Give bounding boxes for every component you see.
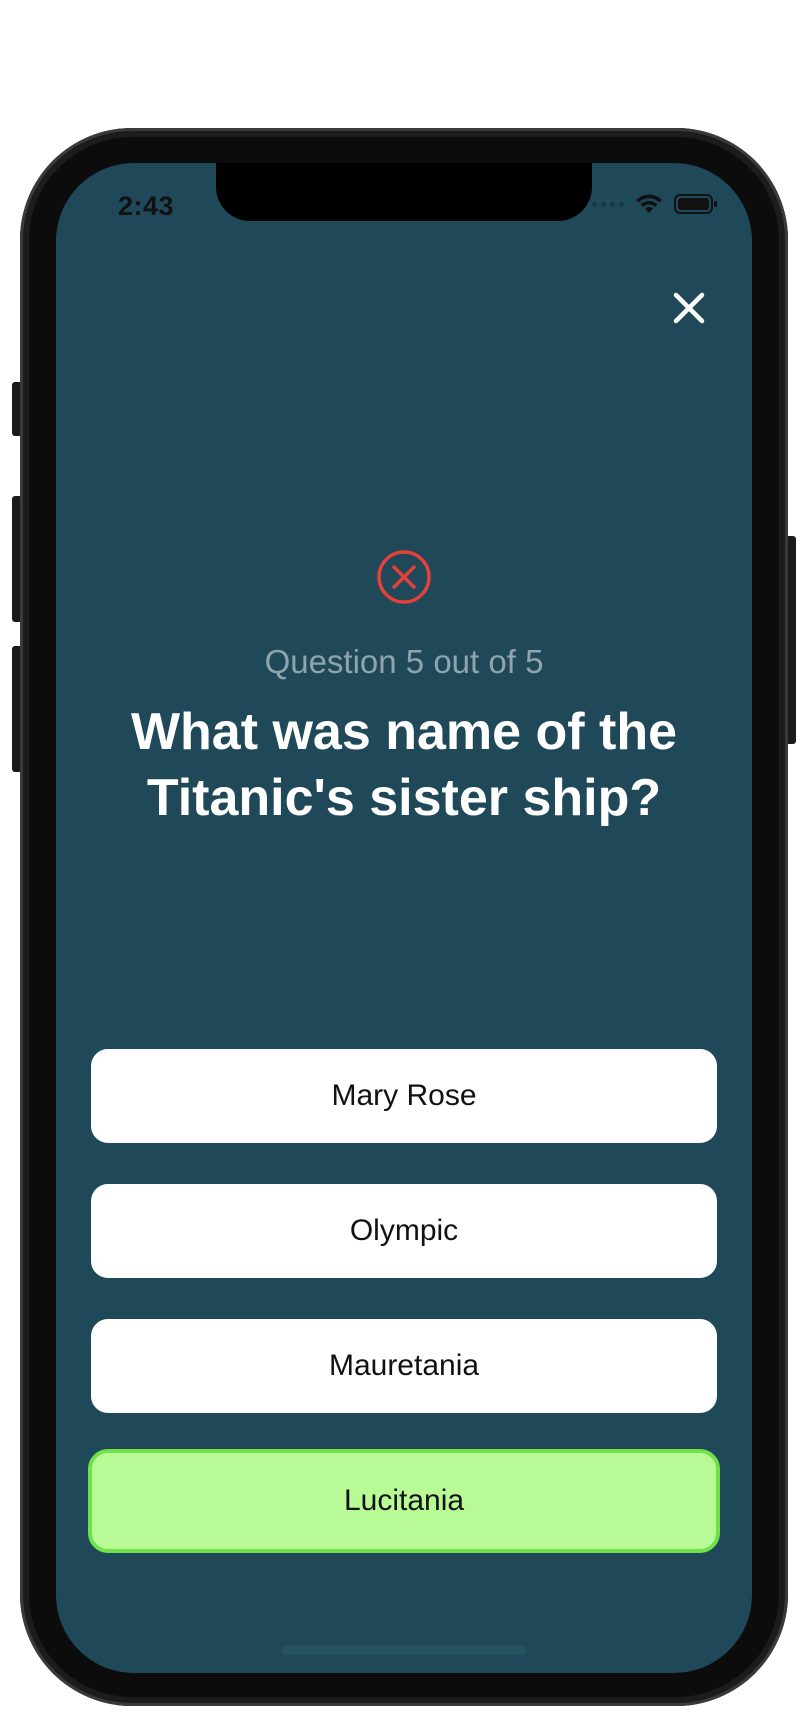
answer-option-correct[interactable]: Lucitania (88, 1449, 720, 1553)
answer-label: Mary Rose (331, 1079, 477, 1112)
status-time: 2:43 (118, 191, 175, 221)
answer-label: Olympic (349, 1214, 459, 1247)
quiz-screen: 2:43 Question 5 out of 5 What was name o… (56, 163, 752, 1673)
battery-icon (674, 194, 717, 214)
answer-option[interactable]: Mary Rose (88, 1046, 720, 1146)
home-indicator[interactable] (282, 1646, 526, 1655)
question-title: What was name of the Titanic's sister sh… (130, 703, 678, 827)
close-icon (673, 292, 705, 324)
status-icons (592, 193, 718, 215)
question-counter: Question 5 out of 5 (264, 643, 544, 680)
answer-label: Lucitania (343, 1484, 465, 1517)
answer-label: Mauretania (328, 1349, 480, 1382)
cellular-signal-icon (592, 201, 624, 207)
answer-option[interactable]: Olympic (88, 1181, 720, 1281)
device-mockup: 2:43 Question 5 out of 5 What was name o… (0, 0, 808, 1712)
wifi-icon (636, 194, 662, 213)
close-button[interactable] (666, 285, 712, 331)
x-circle-icon (377, 550, 431, 604)
answer-option[interactable]: Mauretania (88, 1316, 720, 1416)
notch (216, 163, 592, 221)
